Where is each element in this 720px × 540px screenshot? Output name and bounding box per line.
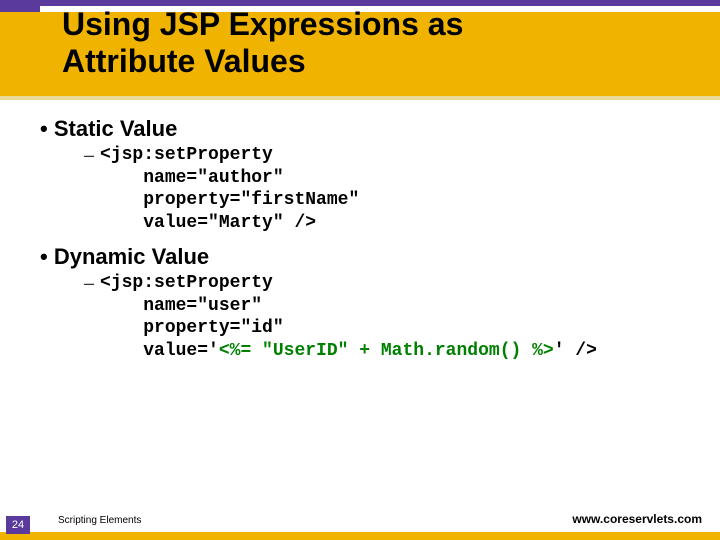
code2-l4c: ' /> — [554, 341, 597, 361]
footer-band — [0, 532, 720, 540]
title-line-1: Using JSP Expressions as — [62, 6, 463, 42]
code-dynamic: <jsp:setProperty name="user" property="i… — [100, 272, 597, 362]
title-band-shadow — [0, 96, 720, 100]
code-block-dynamic: – <jsp:setProperty name="user" property=… — [84, 272, 700, 362]
code2-l2: name="user" — [100, 296, 262, 316]
bullet-static-value: Static Value — [40, 116, 700, 142]
dash-2: – — [84, 272, 94, 295]
slide-body: Static Value – <jsp:setProperty name="au… — [40, 110, 700, 372]
code1-l2: name="author" — [100, 168, 284, 188]
code2-l3: property="id" — [100, 318, 284, 338]
slide-title: Using JSP Expressions as Attribute Value… — [62, 6, 690, 80]
page-number: 24 — [6, 516, 30, 534]
footer-section-label: Scripting Elements — [58, 515, 141, 526]
code2-l1: <jsp:setProperty — [100, 273, 273, 293]
code-static: <jsp:setProperty name="author" property=… — [100, 144, 359, 234]
code2-l4b-expression: <%= "UserID" + Math.random() %> — [219, 341, 554, 361]
slide-footer: 24 Scripting Elements www.coreservlets.c… — [0, 510, 720, 540]
title-line-2: Attribute Values — [62, 43, 306, 79]
dash-1: – — [84, 144, 94, 167]
footer-url: www.coreservlets.com — [572, 512, 702, 526]
code1-l1: <jsp:setProperty — [100, 145, 273, 165]
code2-l4a: value=' — [100, 341, 219, 361]
bullet-dynamic-value: Dynamic Value — [40, 244, 700, 270]
code1-l3: property="firstName" — [100, 190, 359, 210]
code-block-static: – <jsp:setProperty name="author" propert… — [84, 144, 700, 234]
code1-l4: value="Marty" /> — [100, 213, 316, 233]
